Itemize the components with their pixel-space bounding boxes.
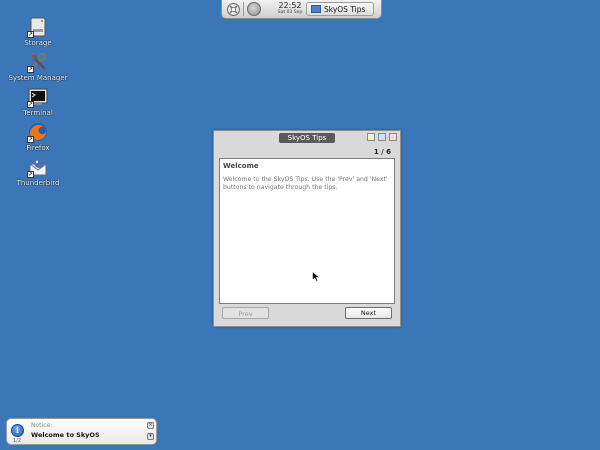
notice-label: Notice: [31,422,53,429]
window-icon [311,5,321,13]
notice-close-icon[interactable]: × [147,422,154,429]
notice-message: Welcome to SkyOS [31,431,100,439]
mouse-cursor-icon [312,267,320,286]
desktop-icon-system-manager[interactable]: ↗ System Manager [6,51,70,83]
terminal-icon: ↗ [27,86,49,108]
notice-count: 1/2 [13,438,22,444]
desktop-icon-terminal[interactable]: ↗ Terminal [6,86,70,118]
tools-icon: ↗ [27,51,49,73]
notice-popup: i 1/2 Notice: Welcome to SkyOS × ▾ [6,418,157,445]
info-icon: i [11,424,24,437]
desktop-icon-firefox[interactable]: ↗ Firefox [6,121,70,153]
prev-button[interactable]: Prev [222,307,269,319]
thunderbird-icon: ↗ [27,156,49,178]
tip-content-area: Welcome Welcome to the SkyOS Tips. Use t… [219,158,395,304]
shortcut-arrow-icon: ↗ [27,66,34,73]
close-button[interactable] [389,133,397,141]
desktop-icon-label: Firefox [26,144,50,152]
desktop-icon-label: System Manager [8,74,68,82]
taskbar-separator [243,2,244,16]
tip-text: Welcome to the SkyOS Tips. Use the 'Prev… [223,176,388,191]
window-title: SkyOS Tips [279,133,335,143]
page-indicator: 1 / 6 [373,148,391,156]
shortcut-arrow-icon: ↗ [27,171,34,178]
taskbar: 22:52 Sat 03 Sep SkyOS Tips [221,0,382,19]
tip-title: Welcome [223,162,259,170]
desktop-icon-label: Storage [24,39,52,47]
firefox-icon: ↗ [27,121,49,143]
taskbar-app-button[interactable]: SkyOS Tips [306,2,374,16]
clock-icon[interactable] [247,2,261,16]
desktop-icon-label: Terminal [23,109,53,117]
taskbar-app-label: SkyOS Tips [324,5,366,14]
storage-icon: ↗ [27,16,49,38]
minimize-button[interactable] [367,133,375,141]
maximize-button[interactable] [378,133,386,141]
tips-window: SkyOS Tips 1 / 6 Welcome Welcome to the … [213,130,401,327]
shortcut-arrow-icon: ↗ [27,101,34,108]
desktop-icon-label: Thunderbird [16,179,60,187]
shortcut-arrow-icon: ↗ [27,136,34,143]
desktop-icon-thunderbird[interactable]: ↗ Thunderbird [6,156,70,188]
notice-next-icon[interactable]: ▾ [147,433,154,440]
window-titlebar[interactable]: SkyOS Tips [214,131,400,143]
skyos-logo-icon[interactable] [226,2,241,17]
desktop-icon-storage[interactable]: ↗ Storage [6,16,70,48]
shortcut-arrow-icon: ↗ [27,31,34,38]
next-button[interactable]: Next [345,307,392,319]
